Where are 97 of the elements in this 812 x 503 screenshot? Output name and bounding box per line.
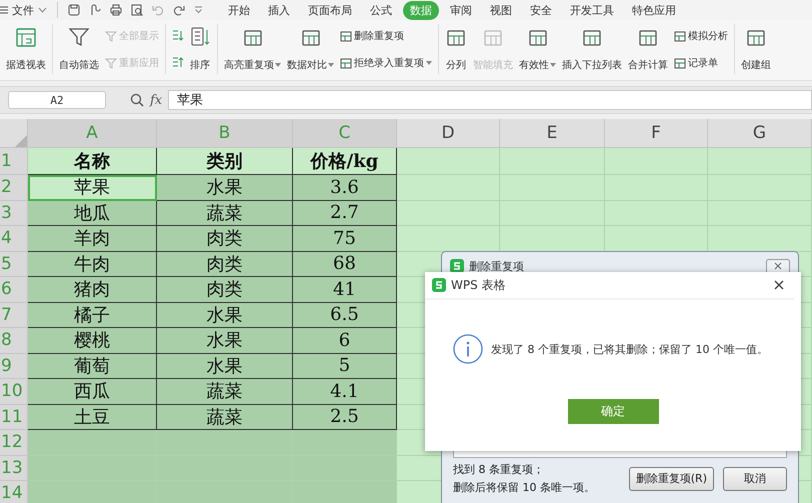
table-cell: 68	[293, 252, 397, 277]
table-icon	[340, 30, 352, 42]
caret-icon[interactable]	[38, 7, 47, 13]
table-cell: 2.5	[293, 404, 397, 430]
table-icon	[340, 56, 352, 68]
table-icon	[674, 56, 686, 68]
ribbon-button[interactable]: 删除重复项	[339, 28, 433, 44]
dropdown-icon[interactable]	[194, 6, 203, 14]
table-cell: 葡萄	[28, 354, 157, 379]
app-logo-icon	[432, 278, 446, 292]
export-icon[interactable]	[89, 4, 101, 16]
ribbon-tab[interactable]: 页面布局	[301, 0, 359, 20]
caret-icon	[426, 60, 432, 64]
ribbon-button[interactable]: 有效性	[518, 24, 557, 74]
table-cell: 75	[293, 226, 397, 252]
pivot-table-icon	[15, 26, 37, 48]
column-header[interactable]: E	[500, 119, 605, 148]
table-cell: 橘子	[28, 302, 157, 328]
table-cell: 3.6	[293, 175, 397, 200]
ribbon-button[interactable]: 数据对比	[286, 24, 335, 74]
zoom-icon[interactable]	[130, 93, 144, 107]
table-cell: 羊肉	[28, 226, 157, 252]
ribbon-button[interactable]: 分列	[444, 24, 468, 74]
table-cell: 水果	[157, 328, 293, 354]
ribbon-button[interactable]: 模拟分析	[673, 28, 729, 44]
close-icon[interactable]	[774, 280, 784, 290]
triangle-icon	[15, 135, 27, 147]
funnel-icon	[105, 56, 117, 68]
ribbon-button[interactable]: 记录单	[673, 54, 729, 70]
ribbon-tab[interactable]: 开发工具	[563, 0, 621, 20]
ribbon-tab[interactable]: 公式	[363, 0, 399, 20]
close-icon[interactable]	[766, 258, 790, 274]
table-cell: 牛肉	[28, 252, 157, 277]
table-cell: 肉类	[157, 226, 293, 252]
table-cell: 肉类	[157, 252, 293, 277]
save-icon[interactable]	[68, 4, 80, 16]
table-cell: 水果	[157, 354, 293, 379]
table-cell: 水果	[157, 302, 293, 328]
caret-icon	[275, 63, 281, 67]
ribbon-tab[interactable]: 审阅	[443, 0, 479, 20]
dialog-title: 删除重复项	[469, 258, 525, 274]
fx-label[interactable]: fx	[150, 92, 162, 108]
file-menu[interactable]: 文件	[12, 2, 34, 18]
caret-icon	[328, 63, 334, 67]
menu-icon[interactable]	[0, 5, 8, 15]
summary-text: 找到 8 条重复项；	[453, 462, 545, 477]
table-cell: 肉类	[157, 277, 293, 302]
ribbon-tab[interactable]: 安全	[523, 0, 559, 20]
column-header[interactable]: D	[397, 119, 500, 148]
dialog-title: WPS 表格	[451, 276, 507, 294]
ribbon-tab[interactable]: 插入	[261, 0, 297, 20]
table-cell: 水果	[157, 175, 293, 200]
table-cell: 樱桃	[28, 328, 157, 354]
print-icon[interactable]	[110, 4, 122, 16]
ribbon-button[interactable]: 自动筛选	[58, 24, 100, 74]
table-cell: 西瓜	[28, 379, 157, 404]
caret-icon	[550, 63, 556, 67]
table-cell: 4.1	[293, 379, 397, 404]
table-cell: 41	[293, 277, 397, 302]
table-cell: 蔬菜	[157, 379, 293, 404]
ribbon-button[interactable]: 插入下拉列表	[561, 24, 623, 74]
sort-icon	[189, 26, 211, 48]
ribbon-button[interactable]: 排序	[188, 24, 212, 74]
redo-icon[interactable]	[173, 4, 185, 16]
cancel-button[interactable]: 取消	[723, 466, 787, 490]
remove-duplicates-button[interactable]: 删除重复项(R)	[628, 466, 714, 490]
ribbon-button[interactable]: 拒绝录入重复项	[339, 54, 433, 70]
ribbon-button[interactable]: 合并计算	[627, 24, 669, 74]
info-icon	[453, 334, 483, 364]
table-cell: 苹果	[28, 175, 157, 200]
ribbon-button[interactable]: 据透视表	[5, 24, 47, 74]
table-cell: 土豆	[28, 404, 157, 430]
table-cell: 蔬菜	[157, 200, 293, 226]
table-cell: 5	[293, 354, 397, 379]
table-cell: 地瓜	[28, 200, 157, 226]
ribbon-button[interactable]: 高亮重复项	[223, 24, 282, 74]
ribbon-button[interactable]: 创建组	[740, 24, 772, 74]
table-cell: 6	[293, 328, 397, 354]
table-cell: 蔬菜	[157, 404, 293, 430]
formula-input[interactable]: 苹果	[168, 90, 812, 110]
table-cell: 猪肉	[28, 277, 157, 302]
sort-ascending-icon[interactable]	[171, 29, 184, 42]
table-cell: 2.7	[293, 200, 397, 226]
funnel-icon	[68, 26, 90, 48]
ribbon-tab[interactable]: 开始	[221, 0, 257, 20]
name-box[interactable]: A2	[8, 91, 106, 109]
ribbon-tab[interactable]: 视图	[483, 0, 519, 20]
funnel-icon	[105, 30, 117, 42]
column-header[interactable]: F	[605, 119, 708, 148]
ribbon-tab[interactable]: 特色应用	[625, 0, 683, 20]
table-icon	[674, 30, 686, 42]
message-text: 发现了 8 个重复项，已将其删除；保留了 10 个唯一值。	[491, 342, 768, 356]
summary-text: 删除后将保留 10 条唯一项。	[453, 480, 596, 495]
print-preview-icon[interactable]	[131, 4, 143, 16]
column-header[interactable]: G	[708, 119, 812, 148]
sort-descending-icon[interactable]	[171, 56, 184, 69]
table-cell: 6.5	[293, 302, 397, 328]
